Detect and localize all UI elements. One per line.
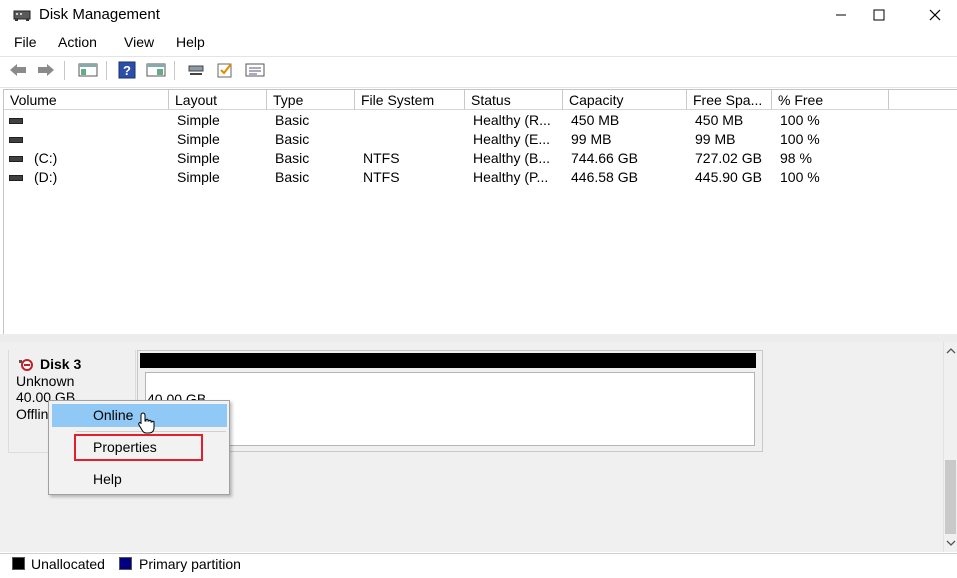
cell-free-space: 445.90 GB <box>695 169 762 185</box>
cell-status: Healthy (P... <box>473 169 549 185</box>
column-header-volume[interactable]: Volume <box>4 90 169 110</box>
legend-unallocated-label: Unallocated <box>31 556 105 572</box>
chevron-up-icon <box>946 348 956 354</box>
disk-state: Offlin <box>16 406 49 422</box>
toolbar-separator <box>174 61 175 80</box>
disk-type: Unknown <box>16 373 75 389</box>
table-row[interactable] <box>4 111 884 129</box>
check-button[interactable] <box>214 60 236 80</box>
cell-status: Healthy (B... <box>473 150 551 166</box>
cell-type: Basic <box>275 112 310 128</box>
column-header-type[interactable]: Type <box>267 90 355 110</box>
properties-toolbar-button[interactable] <box>244 60 266 80</box>
column-header-percent-free[interactable]: % Free <box>772 90 889 110</box>
console-tree-button[interactable] <box>77 60 99 80</box>
scroll-down-button[interactable] <box>945 536 957 550</box>
cell-status: Healthy (R... <box>473 112 551 128</box>
partition-region[interactable] <box>145 372 755 446</box>
cell-layout: Simple <box>177 150 220 166</box>
cell-free-space: 99 MB <box>695 131 736 147</box>
cell-type: Basic <box>275 131 310 147</box>
cell-free-space: 727.02 GB <box>695 150 762 166</box>
chevron-down-icon <box>946 540 956 546</box>
toolbar <box>0 56 957 88</box>
cell-file-system: NTFS <box>363 169 400 185</box>
column-header-empty <box>889 90 957 110</box>
cell-percent-free: 100 % <box>780 131 820 147</box>
volume-icon <box>9 118 23 124</box>
check-icon <box>217 63 232 78</box>
cell-free-space: 450 MB <box>695 112 744 128</box>
unallocated-swatch <box>12 557 25 570</box>
help-icon: ? <box>118 61 136 79</box>
menu-item-online[interactable]: Online <box>93 407 133 423</box>
console-tree-icon <box>78 63 98 77</box>
svg-text:?: ? <box>123 63 131 78</box>
disk-management-app-icon <box>13 8 31 22</box>
cell-layout: Simple <box>177 112 220 128</box>
scrollbar-thumb[interactable] <box>945 460 956 534</box>
minimize-icon <box>836 14 846 16</box>
cell-file-system: NTFS <box>363 150 400 166</box>
cell-capacity: 99 MB <box>571 131 612 147</box>
properties-icon <box>245 63 265 77</box>
menu-item-help[interactable]: Help <box>93 471 122 487</box>
show-hide-icon <box>146 63 166 77</box>
disk-name: Disk 3 <box>40 356 82 372</box>
column-header-free-space[interactable]: Free Spa... <box>687 90 772 110</box>
maximize-icon <box>873 9 885 21</box>
volume-icon <box>9 137 23 143</box>
menu-file[interactable]: File <box>14 34 37 50</box>
column-header-status[interactable]: Status <box>465 90 563 110</box>
unallocated-bar <box>140 353 756 368</box>
column-header-layout[interactable]: Layout <box>169 90 267 110</box>
legend-primary-label: Primary partition <box>139 556 241 572</box>
cell-layout: Simple <box>177 131 220 147</box>
cell-type: Basic <box>275 169 310 185</box>
cell-capacity: 446.58 GB <box>571 169 638 185</box>
menu-view[interactable]: View <box>124 34 154 50</box>
column-header-capacity[interactable]: Capacity <box>563 90 687 110</box>
volume-icon <box>9 156 23 162</box>
cell-percent-free: 100 % <box>780 169 820 185</box>
cell-capacity: 744.66 GB <box>571 150 638 166</box>
window-title: Disk Management <box>39 6 160 23</box>
maximize-button[interactable] <box>856 0 902 30</box>
cell-capacity: 450 MB <box>571 112 620 128</box>
cell-volume: (D:) <box>34 169 58 185</box>
cell-status: Healthy (E... <box>473 131 551 147</box>
cell-type: Basic <box>275 150 310 166</box>
cell-percent-free: 98 % <box>780 150 812 166</box>
forward-button[interactable] <box>35 60 57 80</box>
back-arrow-icon <box>10 64 26 76</box>
hand-cursor-icon <box>138 412 156 434</box>
cell-volume: (C:) <box>34 150 58 166</box>
cell-layout: Simple <box>177 169 220 185</box>
connect-icon <box>188 65 204 75</box>
show-hide-button[interactable] <box>145 60 167 80</box>
scroll-up-button[interactable] <box>945 344 957 358</box>
back-button[interactable] <box>7 60 29 80</box>
volume-icon <box>9 175 23 181</box>
menu-help[interactable]: Help <box>176 34 205 50</box>
disk-offline-icon <box>19 358 33 371</box>
primary-partition-swatch <box>119 557 132 570</box>
column-header-file-system[interactable]: File System <box>355 90 465 110</box>
menu-action[interactable]: Action <box>58 34 97 50</box>
close-icon <box>929 9 941 21</box>
pane-splitter[interactable] <box>0 334 957 342</box>
forward-arrow-icon <box>38 64 54 76</box>
help-button[interactable]: ? <box>116 60 138 80</box>
table-row[interactable] <box>4 130 884 148</box>
close-button[interactable] <box>912 0 957 30</box>
toolbar-separator <box>64 61 65 80</box>
properties-highlight-box <box>74 434 203 461</box>
cell-percent-free: 100 % <box>780 112 820 128</box>
toolbar-separator <box>106 61 107 80</box>
connect-button[interactable] <box>185 60 207 80</box>
